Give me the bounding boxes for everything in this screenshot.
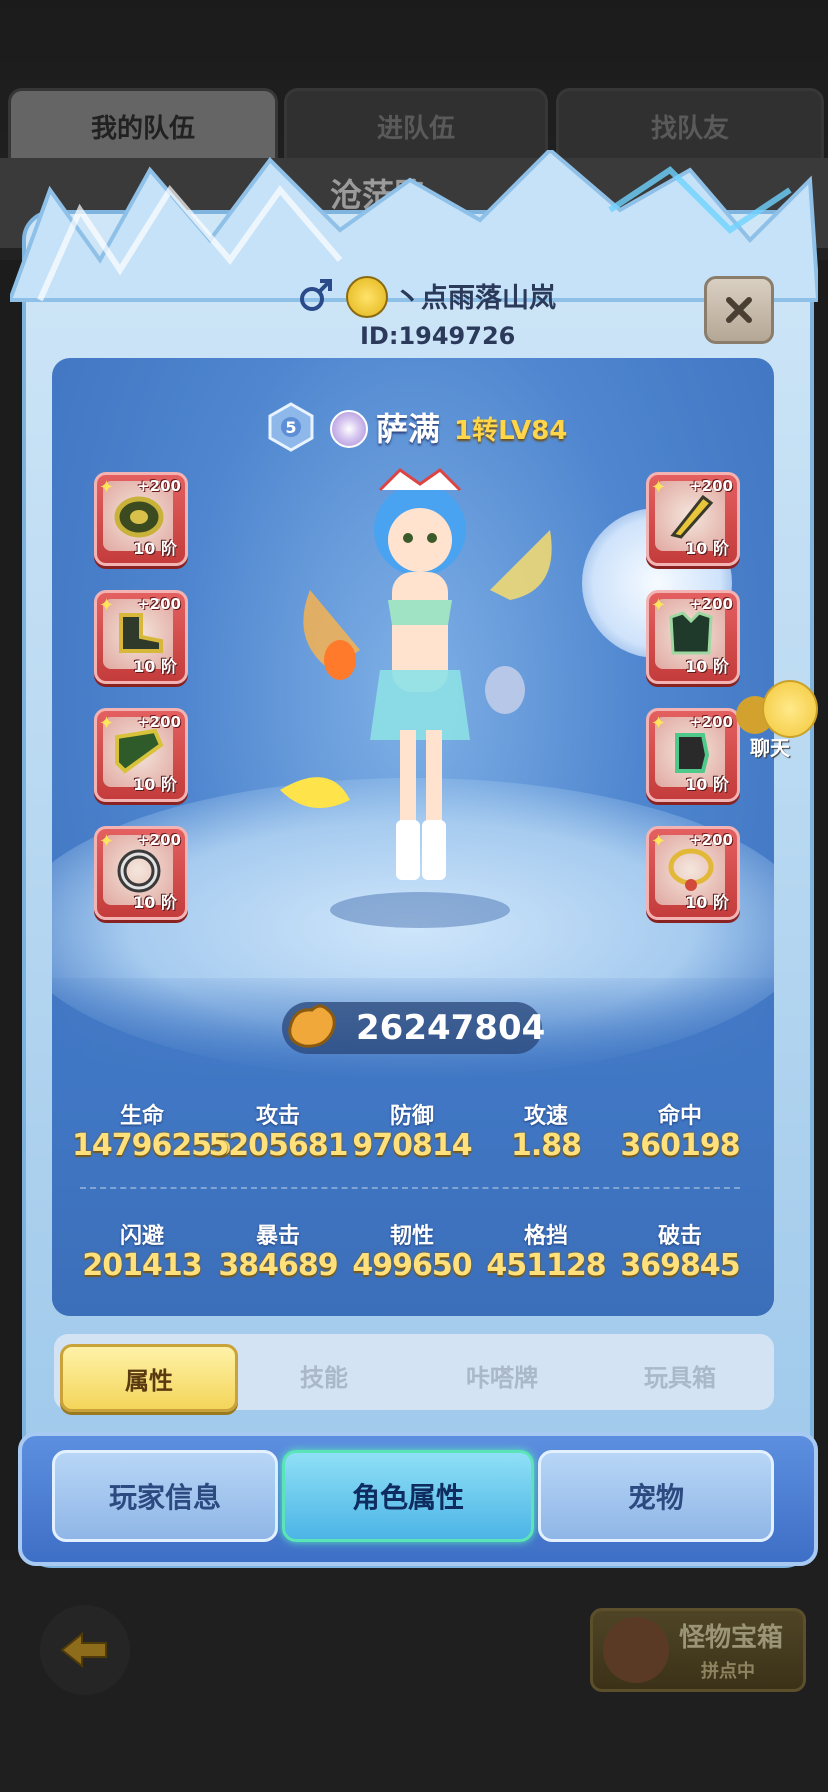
sparkle-icon: ✦ (99, 595, 115, 616)
sparkle-icon: ✦ (651, 595, 667, 616)
slot-bonus: +200 (137, 477, 181, 495)
slot-bonus: +200 (689, 477, 733, 495)
ring-icon (117, 849, 161, 893)
slot-tier: 10 阶 (685, 775, 729, 794)
bracer-icon (115, 728, 164, 774)
stat-value-crit: 384689 (218, 1248, 338, 1283)
male-gender-icon (300, 279, 332, 311)
slot-bonus: +200 (689, 831, 733, 849)
coin-icon (114, 496, 164, 538)
slot-bonus: +200 (137, 831, 181, 849)
stat-value-attack: 5205681 (208, 1128, 348, 1163)
player-id: ID:1949726 (360, 322, 516, 350)
stat-label-crit: 暴击 (255, 1224, 300, 1249)
equip-slot-left-3[interactable]: ✦ +200 10 阶 (94, 708, 188, 802)
player-name: 丶点雨落山岚 (394, 283, 556, 314)
tab-toybox[interactable]: 玩具箱 (594, 1344, 766, 1406)
stat-value-toughness: 499650 (352, 1248, 472, 1283)
stat-label-toughness: 韧性 (389, 1224, 434, 1249)
sparkle-icon: ✦ (99, 831, 115, 852)
sparkle-icon: ✦ (651, 477, 667, 498)
slot-bonus: +200 (137, 713, 181, 731)
slot-tier: 10 阶 (685, 539, 729, 558)
chat-label: 聊天 (750, 736, 790, 760)
necklace-icon (668, 848, 714, 891)
slot-tier: 10 阶 (133, 539, 177, 558)
slot-tier: 10 阶 (133, 657, 177, 676)
stat-label-dodge: 闪避 (119, 1224, 164, 1249)
stat-value-defense: 970814 (352, 1128, 472, 1163)
equip-slot-left-1[interactable]: ✦ +200 10 阶 (94, 472, 188, 566)
slot-tier: 10 阶 (133, 893, 177, 912)
slot-tier: 10 阶 (133, 775, 177, 794)
equip-slot-left-2[interactable]: ✦ +200 10 阶 (94, 590, 188, 684)
slot-tier: 10 阶 (685, 893, 729, 912)
stat-label-accuracy: 命中 (657, 1104, 702, 1129)
tab-attributes[interactable]: 属性 (60, 1344, 238, 1412)
stat-label-block: 格挡 (523, 1224, 568, 1249)
stat-label-pierce: 破击 (657, 1224, 702, 1249)
stats-divider (80, 1187, 740, 1189)
glove-icon (675, 733, 710, 773)
equip-slot-right-3[interactable]: ✦ +200 10 阶 (646, 708, 740, 802)
tab-skills[interactable]: 技能 (238, 1344, 410, 1406)
stat-label-attack: 攻击 (255, 1104, 300, 1129)
equip-slot-right-4[interactable]: ✦ +200 10 阶 (646, 826, 740, 920)
stat-label-hp: 生命 (119, 1104, 164, 1129)
chat-button[interactable]: 聊天 (736, 680, 818, 760)
sparkle-icon: ✦ (99, 713, 115, 734)
slot-tier: 10 阶 (685, 657, 729, 676)
muscle-icon (288, 1004, 336, 1048)
armor-icon (669, 611, 713, 655)
equip-slot-right-2[interactable]: ✦ +200 10 阶 (646, 590, 740, 684)
stat-value-attack-speed: 1.88 (510, 1128, 582, 1163)
tab-player-info[interactable]: 玩家信息 (52, 1450, 278, 1542)
sparkle-icon: ✦ (99, 477, 115, 498)
stat-label-defense: 防御 (389, 1104, 434, 1129)
power-value: 26247804 (356, 1008, 546, 1048)
stat-value-accuracy: 360198 (620, 1128, 740, 1163)
staff-icon (670, 494, 714, 539)
stat-value-block: 451128 (486, 1248, 606, 1283)
tab-cards[interactable]: 咔嗒牌 (416, 1344, 588, 1406)
stat-value-hp: 14796255 (72, 1128, 232, 1163)
smiley-icon (762, 680, 818, 738)
equip-slot-left-4[interactable]: ✦ +200 10 阶 (94, 826, 188, 920)
slot-bonus: +200 (137, 595, 181, 613)
slot-bonus: +200 (689, 713, 733, 731)
close-icon (726, 297, 752, 323)
sparkle-icon: ✦ (651, 713, 667, 734)
close-button[interactable] (704, 276, 774, 344)
tab-character-attributes[interactable]: 角色属性 (282, 1450, 534, 1542)
stat-label-attack-speed: 攻速 (523, 1104, 568, 1129)
tab-pets[interactable]: 宠物 (538, 1450, 774, 1542)
slot-bonus: +200 (689, 595, 733, 613)
equip-slot-right-1[interactable]: ✦ +200 10 阶 (646, 472, 740, 566)
player-avatar-icon (346, 276, 388, 318)
boot-icon (119, 613, 163, 653)
rank-number: 5 (285, 418, 296, 437)
character-model (280, 468, 552, 928)
stat-value-dodge: 201413 (82, 1248, 202, 1283)
sparkle-icon: ✦ (651, 831, 667, 852)
stat-value-pierce: 369845 (620, 1248, 740, 1283)
